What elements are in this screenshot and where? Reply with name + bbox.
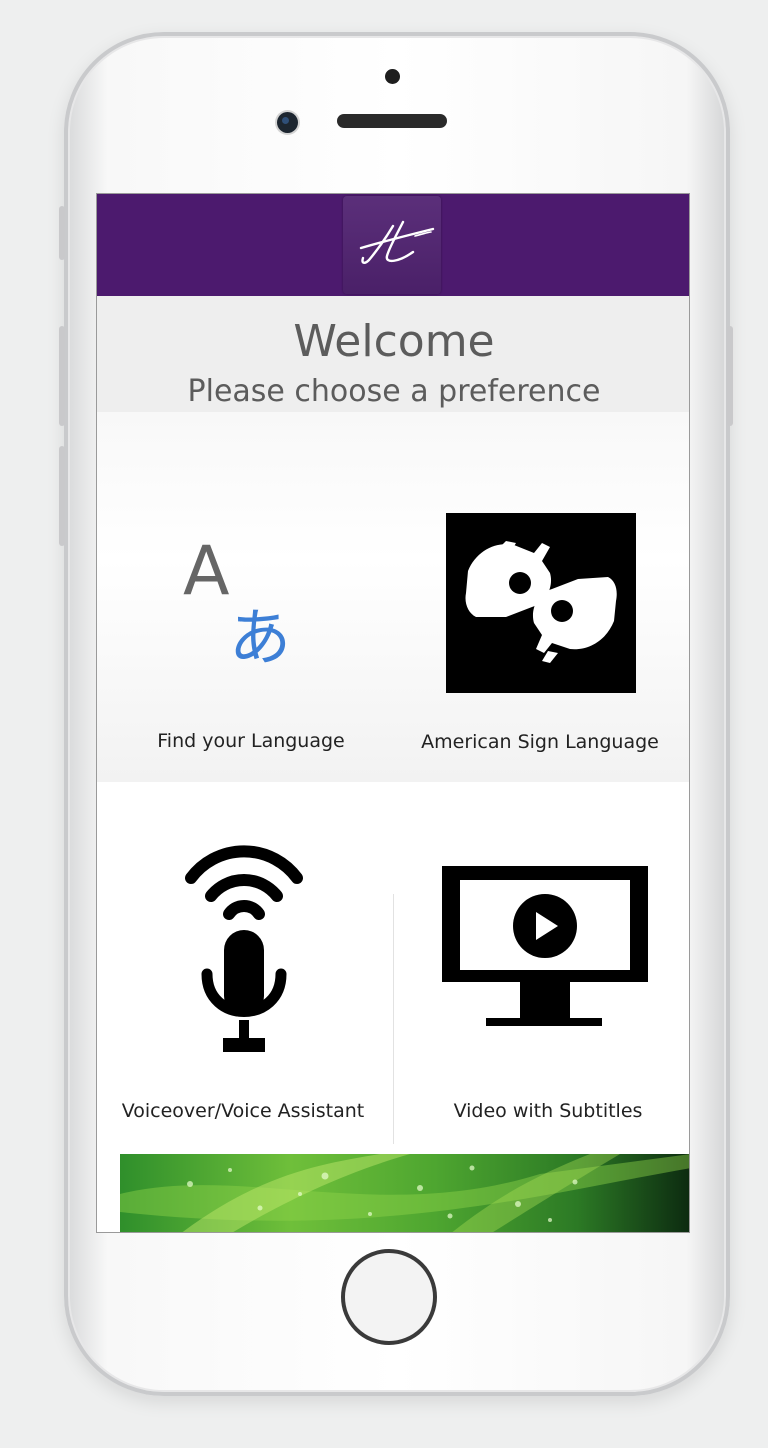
home-button[interactable] [341, 1249, 437, 1345]
voice-assistant-microphone-icon [185, 845, 303, 1052]
translate-japanese-glyph: あ [229, 601, 292, 674]
option-sign-language[interactable]: American Sign Language [394, 412, 689, 782]
front-camera [277, 112, 298, 133]
option-video-subtitles[interactable]: Video with Subtitles [394, 782, 689, 1154]
option-label: American Sign Language [421, 731, 659, 753]
option-label: Find your Language [157, 730, 345, 752]
translate-latin-glyph: A [183, 532, 230, 611]
options-row-1: A あ Find your Language American Sign Lan… [97, 412, 689, 782]
earpiece-speaker [337, 114, 447, 128]
welcome-panel: Welcome Please choose a preference [97, 296, 689, 412]
mute-switch [59, 206, 65, 260]
option-label: Video with Subtitles [453, 1100, 643, 1122]
volume-down-button [59, 446, 65, 546]
option-find-language[interactable]: A あ Find your Language [97, 412, 394, 782]
app-logo[interactable] [343, 196, 441, 294]
script-t-logo-icon [359, 220, 435, 264]
translate-icon: A あ [175, 532, 315, 682]
welcome-subtitle: Please choose a preference [187, 374, 601, 409]
options-row-2: Voiceover/Voice Assistant Video with Sub… [97, 782, 689, 1154]
app-header [97, 194, 689, 296]
option-voice-assistant[interactable]: Voiceover/Voice Assistant [97, 782, 393, 1154]
video-play-monitor-icon [442, 866, 648, 1026]
green-leaf-waterdrops-image [120, 1154, 689, 1232]
welcome-title: Welcome [293, 316, 495, 367]
app-screen: Welcome Please choose a preference A あ F… [96, 193, 690, 1233]
volume-up-button [59, 326, 65, 426]
sign-language-icon [446, 513, 636, 693]
video-icon-tile [432, 858, 654, 1040]
power-button [727, 326, 733, 426]
option-label: Voiceover/Voice Assistant [121, 1100, 365, 1122]
sensor-dot [385, 69, 400, 84]
voice-icon-tile [169, 834, 317, 1058]
